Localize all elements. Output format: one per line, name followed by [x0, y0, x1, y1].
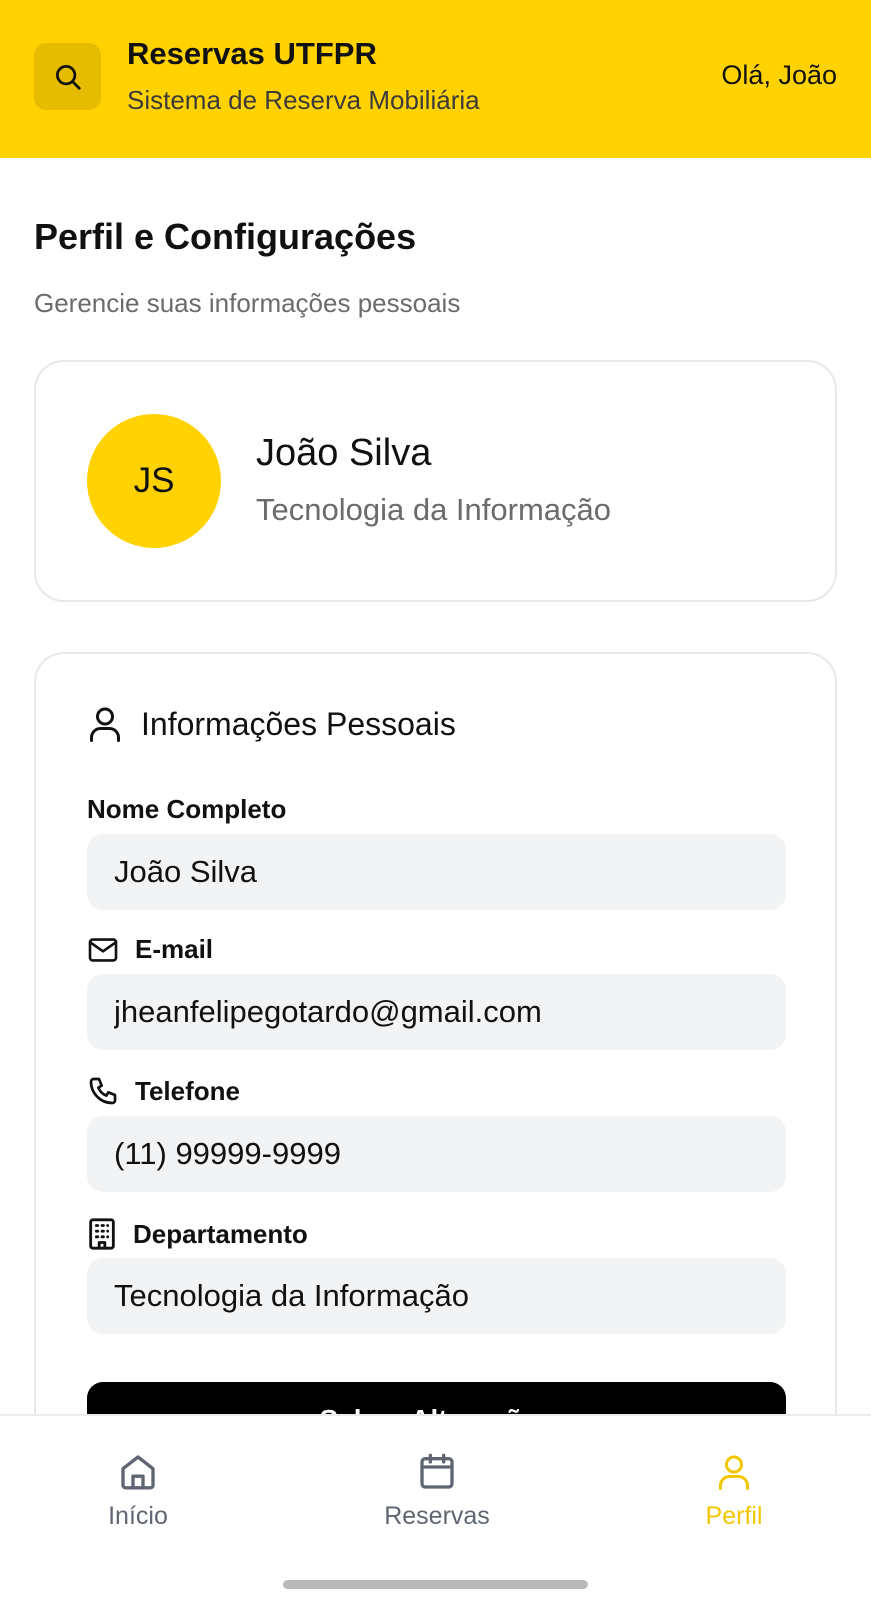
- calendar-icon: [420, 1453, 454, 1489]
- phone-icon: [89, 1077, 117, 1105]
- phone-field[interactable]: [87, 1116, 786, 1192]
- department-label-text: Departamento: [133, 1218, 308, 1249]
- nav-item-inicio[interactable]: Início: [58, 1452, 218, 1531]
- name-label-text: Nome Completo: [87, 794, 287, 824]
- personal-info-card: Informações Pessoais Nome Completo E-mai…: [34, 652, 837, 1472]
- email-field[interactable]: [87, 974, 786, 1050]
- profile-department: Tecnologia da Informação: [256, 492, 612, 527]
- nav-label-reservas: Reservas: [384, 1502, 490, 1530]
- home-indicator[interactable]: [283, 1580, 588, 1589]
- user-greeting: Olá, João: [721, 60, 837, 90]
- user-icon: [90, 707, 120, 742]
- nav-label-inicio: Início: [108, 1502, 168, 1530]
- mail-icon: [88, 937, 118, 962]
- search-button[interactable]: [34, 43, 101, 110]
- avatar: JS: [87, 414, 221, 548]
- profile-name: João Silva: [256, 432, 432, 474]
- app-header: Reservas UTFPR Sistema de Reserva Mobili…: [0, 0, 871, 158]
- department-label: Departamento: [87, 1217, 308, 1251]
- name-field[interactable]: [87, 834, 786, 910]
- section-title: Informações Pessoais: [141, 705, 456, 742]
- department-field[interactable]: [87, 1258, 786, 1334]
- phone-label-text: Telefone: [135, 1075, 240, 1106]
- home-icon: [121, 1455, 155, 1490]
- email-label-text: E-mail: [135, 934, 214, 964]
- app-title: Reservas UTFPR: [127, 36, 377, 71]
- app-subtitle: Sistema de Reserva Mobiliária: [127, 85, 480, 115]
- page-title: Perfil e Configurações: [34, 216, 417, 257]
- phone-label: Telefone: [87, 1075, 240, 1107]
- profile-card: JS João Silva Tecnologia da Informação: [34, 360, 837, 602]
- email-label: E-mail: [87, 934, 213, 965]
- name-label: Nome Completo: [87, 794, 286, 825]
- section-header: Informações Pessoais: [87, 704, 456, 744]
- nav-item-reservas[interactable]: Reservas: [357, 1452, 517, 1531]
- page-subtitle: Gerencie suas informações pessoais: [34, 288, 461, 318]
- building-icon: [89, 1218, 115, 1250]
- bottom-navigation: Início Reservas Perfil: [0, 1414, 871, 1600]
- user-icon: [719, 1455, 749, 1490]
- search-icon: [55, 64, 81, 90]
- nav-item-perfil[interactable]: Perfil: [654, 1452, 814, 1531]
- nav-label-perfil: Perfil: [705, 1502, 763, 1530]
